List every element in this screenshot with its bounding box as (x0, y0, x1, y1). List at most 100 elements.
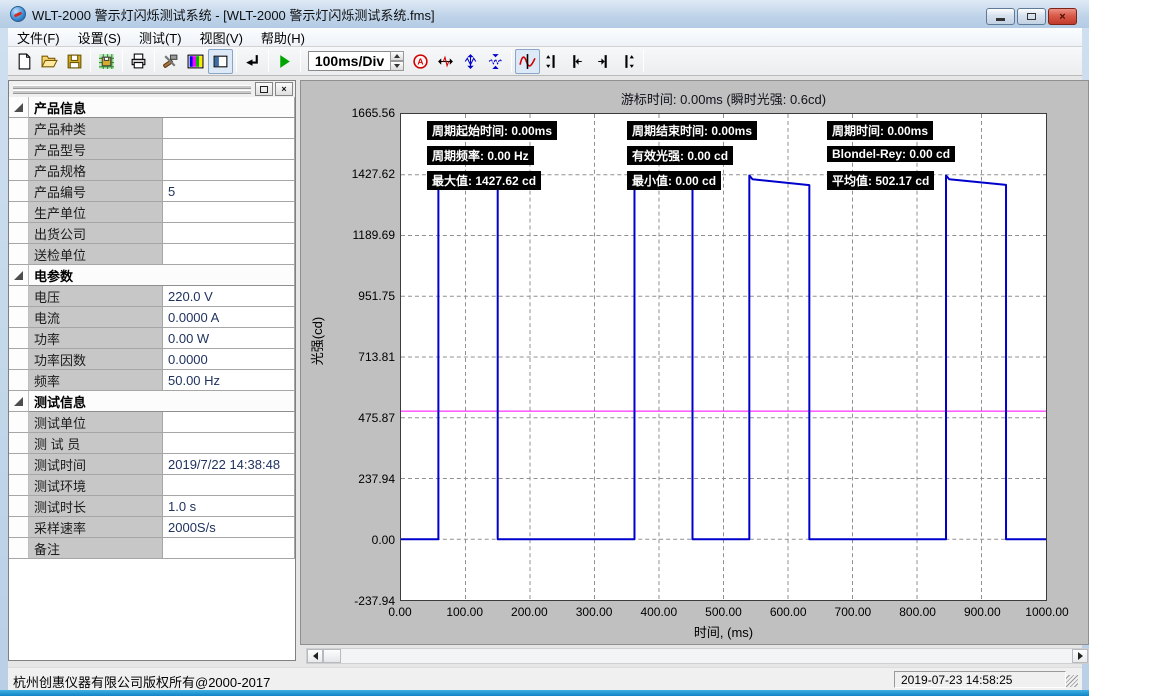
panel-close-button[interactable]: × (275, 82, 293, 96)
property-value-field[interactable]: 5 (163, 181, 295, 202)
restore-button[interactable] (1017, 8, 1046, 25)
property-value-field[interactable] (163, 433, 295, 454)
section-title: 产品信息 (29, 97, 295, 118)
property-value-field[interactable]: 0.0000 (163, 349, 295, 370)
open-file-button[interactable] (37, 49, 62, 74)
x-tick-label: 700.00 (818, 605, 888, 619)
property-value-field[interactable] (163, 160, 295, 181)
property-value-field[interactable]: 50.00 Hz (163, 370, 295, 391)
panel-grip[interactable] (13, 90, 251, 93)
desktop: WLT-2000 警示灯闪烁测试系统 - [WLT-2000 警示灯闪烁测试系统… (0, 0, 1152, 696)
section-expander[interactable] (9, 97, 29, 118)
expand-triangle-icon (14, 271, 23, 280)
ammeter-button[interactable]: A (408, 49, 433, 74)
menu-item[interactable]: 帮助(H) (252, 27, 314, 48)
close-button[interactable]: × (1048, 8, 1077, 25)
row-gutter (9, 160, 29, 181)
panel-header[interactable]: × (9, 81, 295, 97)
property-label: 测试时长 (29, 496, 163, 517)
run-button[interactable] (272, 49, 297, 74)
property-value-field[interactable]: 2000S/s (163, 517, 295, 538)
print-button[interactable] (126, 49, 151, 74)
property-value-field[interactable]: 2019/7/22 14:38:48 (163, 454, 295, 475)
row-gutter (9, 370, 29, 391)
spinner-up-button[interactable] (390, 51, 404, 61)
restore-icon (1027, 13, 1036, 20)
property-value-field[interactable] (163, 244, 295, 265)
property-grid: 产品信息产品种类产品型号产品规格产品编号5生产单位出货公司送检单位电参数电压22… (9, 97, 295, 660)
resize-grip[interactable] (1066, 675, 1078, 687)
section-expander[interactable] (9, 391, 29, 412)
timebase-spinner[interactable] (390, 51, 404, 71)
product-info-panel: × 产品信息产品种类产品型号产品规格产品编号5生产单位出货公司送检单位电参数电压… (8, 80, 296, 661)
scroll-track[interactable] (341, 649, 1072, 663)
wave-cursor-button[interactable] (515, 49, 540, 74)
scroll-right-button[interactable] (1072, 649, 1088, 663)
spinner-down-button[interactable] (390, 61, 404, 71)
timebase-input[interactable]: 100ms/Div (308, 51, 390, 71)
section-expander[interactable] (9, 265, 29, 286)
plot-area[interactable]: 周期起始时间: 0.00ms周期结束时间: 0.00ms周期时间: 0.00ms… (400, 113, 1047, 601)
property-value-field[interactable]: 1.0 s (163, 496, 295, 517)
property-value-field[interactable] (163, 223, 295, 244)
workspace: × 产品信息产品种类产品型号产品规格产品编号5生产单位出货公司送检单位电参数电压… (8, 76, 1082, 667)
title-bar[interactable]: WLT-2000 警示灯闪烁测试系统 - [WLT-2000 警示灯闪烁测试系统… (0, 0, 1089, 28)
window-layout-icon (212, 53, 229, 70)
property-label: 产品型号 (29, 139, 163, 160)
cursor-span-right-button[interactable] (615, 49, 640, 74)
toolbar: 100ms/Div A (8, 47, 1082, 76)
close-icon: × (281, 84, 286, 94)
chart-horizontal-scrollbar[interactable] (306, 648, 1089, 664)
x-tick-label: 300.00 (559, 605, 629, 619)
property-value-field[interactable]: 220.0 V (163, 286, 295, 307)
new-file-button[interactable] (12, 49, 37, 74)
minimize-button[interactable] (986, 8, 1015, 25)
section-header-row: 测试信息 (9, 391, 295, 412)
menu-item[interactable]: 视图(V) (191, 27, 252, 48)
window-layout-button[interactable] (208, 49, 233, 74)
section-title: 电参数 (29, 265, 295, 286)
panel-grip[interactable] (13, 85, 251, 88)
save-image-button[interactable] (94, 49, 119, 74)
row-gutter (9, 433, 29, 454)
property-value-field[interactable] (163, 202, 295, 223)
y-tick-label: 0.00 (303, 533, 395, 547)
cursor-move-right-button[interactable] (590, 49, 615, 74)
property-label: 送检单位 (29, 244, 163, 265)
property-row: 采样速率2000S/s (9, 517, 295, 538)
scroll-thumb[interactable] (323, 649, 341, 663)
y-tick-label: 475.87 (303, 411, 395, 425)
property-value-field[interactable] (163, 412, 295, 433)
panel-maximize-button[interactable] (255, 82, 273, 96)
save-image-icon (98, 53, 115, 70)
toolbar-separator (511, 50, 512, 72)
h-expand-button[interactable] (433, 49, 458, 74)
scroll-left-button[interactable] (307, 649, 323, 663)
menu-item[interactable]: 测试(T) (130, 27, 191, 48)
tools-button[interactable] (158, 49, 183, 74)
toolbar-separator (300, 50, 301, 72)
open-folder-icon (41, 53, 58, 70)
palette-button[interactable] (183, 49, 208, 74)
v-expand-button[interactable] (458, 49, 483, 74)
property-value-field[interactable]: 0.0000 A (163, 307, 295, 328)
exit-button[interactable] (240, 49, 265, 74)
cursor-move-left-button[interactable] (565, 49, 590, 74)
menu-item[interactable]: 文件(F) (8, 27, 69, 48)
cursor-move-left-icon (569, 53, 586, 70)
cursor-span-left-button[interactable] (540, 49, 565, 74)
property-row: 测 试 员 (9, 433, 295, 454)
y-axis-title: 光强(cd) (307, 291, 326, 391)
toolbar-separator (268, 50, 269, 72)
menu-item[interactable]: 设置(S) (69, 27, 130, 48)
property-value-field[interactable] (163, 118, 295, 139)
property-value-field[interactable] (163, 475, 295, 496)
save-button[interactable] (62, 49, 87, 74)
property-value-field[interactable] (163, 538, 295, 559)
v-compress-button[interactable] (483, 49, 508, 74)
property-value-field[interactable]: 0.00 W (163, 328, 295, 349)
status-bar: 杭州创惠仪器有限公司版权所有@2000-2017 2019-07-23 14:5… (8, 667, 1082, 690)
v-compress-icon (487, 53, 504, 70)
property-value-field[interactable] (163, 139, 295, 160)
x-tick-label: 900.00 (947, 605, 1017, 619)
